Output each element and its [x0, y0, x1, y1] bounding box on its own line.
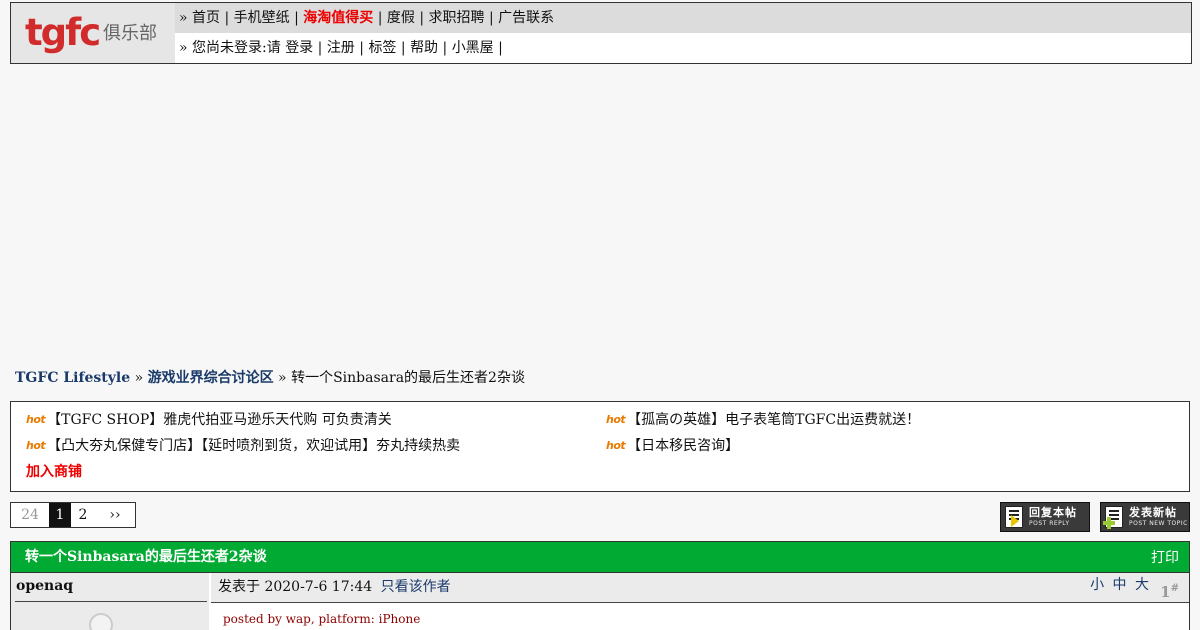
- hot-icon: hot: [26, 439, 46, 452]
- notice-item[interactable]: hot 【日本移民咨询】: [606, 436, 739, 456]
- nav-ads[interactable]: 广告联系: [498, 10, 554, 26]
- reply-label: 回复本帖: [1029, 506, 1077, 519]
- floor-number: 1#: [1160, 583, 1179, 601]
- hot-icon: hot: [606, 413, 626, 426]
- site-logo[interactable]: tgfc 俱乐部: [11, 3, 175, 63]
- post-meta: 发表于 2020-7-6 17:44 只看该作者 小 中 大 1#: [211, 573, 1189, 603]
- thread-header: 转一个Sinbasara的最后生还者2杂谈 打印: [10, 541, 1190, 573]
- only-author-link[interactable]: 只看该作者: [381, 579, 451, 595]
- print-link[interactable]: 打印: [1151, 548, 1179, 568]
- thread-title: 转一个Sinbasara的最后生还者2杂谈: [25, 549, 267, 565]
- new-topic-label: 发表新帖: [1129, 506, 1177, 519]
- font-small-button[interactable]: 小: [1090, 577, 1106, 593]
- font-size-controls: 小 中 大: [1090, 576, 1151, 594]
- hot-icon: hot: [26, 413, 46, 426]
- avatar[interactable]: [89, 613, 113, 630]
- nav-wallpaper[interactable]: 手机壁纸: [234, 10, 290, 26]
- pagination: 24 1 2 ››: [10, 502, 136, 528]
- nav-haitao[interactable]: 海淘值得买: [303, 10, 373, 26]
- font-medium-button[interactable]: 中: [1113, 577, 1129, 593]
- nav-register[interactable]: 注册: [327, 40, 355, 56]
- user-nav: » 您尚未登录:请 登录 | 注册 | 标签 | 帮助 | 小黑屋 |: [175, 33, 1191, 63]
- breadcrumb-forum[interactable]: TGFC Lifestyle: [15, 370, 130, 386]
- site-header: tgfc 俱乐部 » 首页 | 手机壁纸 | 海淘值得买 | 度假 | 求职招聘…: [10, 2, 1192, 64]
- post-reply-button[interactable]: 回复本帖 POST REPLY: [1000, 502, 1090, 532]
- notice-text: 【孤高の英雄】电子表笔筒TGFC出运费就送！: [627, 412, 921, 428]
- notice-text: 【凸大夯丸保健专门店】【延时喷剂到货，欢迎试用】夯丸持续热卖: [47, 438, 461, 454]
- breadcrumb-topic: 转一个Sinbasara的最后生还者2杂谈: [291, 370, 525, 386]
- post: openaq 发表于 2020-7-6 17:44 只看该作者 小 中 大 1#…: [10, 573, 1190, 630]
- nav-help[interactable]: 帮助: [410, 40, 438, 56]
- nav-home[interactable]: 首页: [192, 10, 220, 26]
- arrow-icon: [1011, 515, 1019, 527]
- reply-sub-label: POST REPLY: [1029, 520, 1070, 527]
- main-nav: » 首页 | 手机壁纸 | 海淘值得买 | 度假 | 求职招聘 | 广告联系: [175, 3, 1191, 33]
- page-next[interactable]: ››: [95, 503, 135, 527]
- font-large-button[interactable]: 大: [1135, 577, 1151, 593]
- notice-text: 【日本移民咨询】: [627, 438, 740, 454]
- divider: [211, 602, 1189, 603]
- page-2[interactable]: 2: [71, 503, 95, 527]
- nav-vacation[interactable]: 度假: [387, 10, 415, 26]
- page-current: 1: [49, 503, 71, 527]
- join-shop-link[interactable]: 加入商铺: [26, 462, 82, 482]
- nav-jobs[interactable]: 求职招聘: [429, 10, 485, 26]
- post-time: 发表于 2020-7-6 17:44: [218, 579, 373, 595]
- nav-blackroom[interactable]: 小黑屋: [452, 40, 494, 56]
- nav-login[interactable]: 登录: [285, 40, 313, 56]
- divider: [15, 601, 207, 602]
- breadcrumb-sep: »: [273, 370, 292, 386]
- login-prompt: » 您尚未登录:请: [179, 40, 286, 56]
- new-topic-button[interactable]: 发表新帖 POST NEW TOPIC: [1100, 502, 1190, 532]
- nav-prefix: »: [179, 10, 193, 26]
- notice-item[interactable]: hot 【凸大夯丸保健专门店】【延时喷剂到货，欢迎试用】夯丸持续热卖: [26, 436, 460, 456]
- notice-text: 【TGFC SHOP】雅虎代拍亚马逊乐天代购 可负责清关: [47, 412, 392, 428]
- notice-item[interactable]: hot 【TGFC SHOP】雅虎代拍亚马逊乐天代购 可负责清关: [26, 410, 392, 430]
- hot-icon: hot: [606, 439, 626, 452]
- page-last[interactable]: 24: [11, 503, 49, 527]
- plus-icon: [1103, 517, 1115, 529]
- posted-by-note: posted by wap, platform: iPhone: [223, 612, 421, 626]
- breadcrumb-sep: »: [130, 370, 148, 386]
- logo-subtitle: 俱乐部: [103, 23, 157, 44]
- breadcrumb-board[interactable]: 游戏业界综合讨论区: [148, 370, 274, 386]
- notice-item[interactable]: hot 【孤高の英雄】电子表笔筒TGFC出运费就送！: [606, 410, 920, 430]
- post-info: 发表于 2020-7-6 17:44 只看该作者: [218, 578, 451, 596]
- logo-word: tgfc: [25, 11, 101, 54]
- shop-notice-box: hot 【TGFC SHOP】雅虎代拍亚马逊乐天代购 可负责清关 hot 【孤高の英…: [10, 401, 1190, 492]
- new-topic-sub-label: POST NEW TOPIC: [1129, 520, 1188, 527]
- breadcrumb: TGFC Lifestyle » 游戏业界综合讨论区 » 转一个Sinbasar…: [15, 368, 525, 388]
- author-name[interactable]: openaq: [16, 577, 73, 595]
- nav-tags[interactable]: 标签: [368, 40, 396, 56]
- author-panel: openaq: [11, 573, 209, 630]
